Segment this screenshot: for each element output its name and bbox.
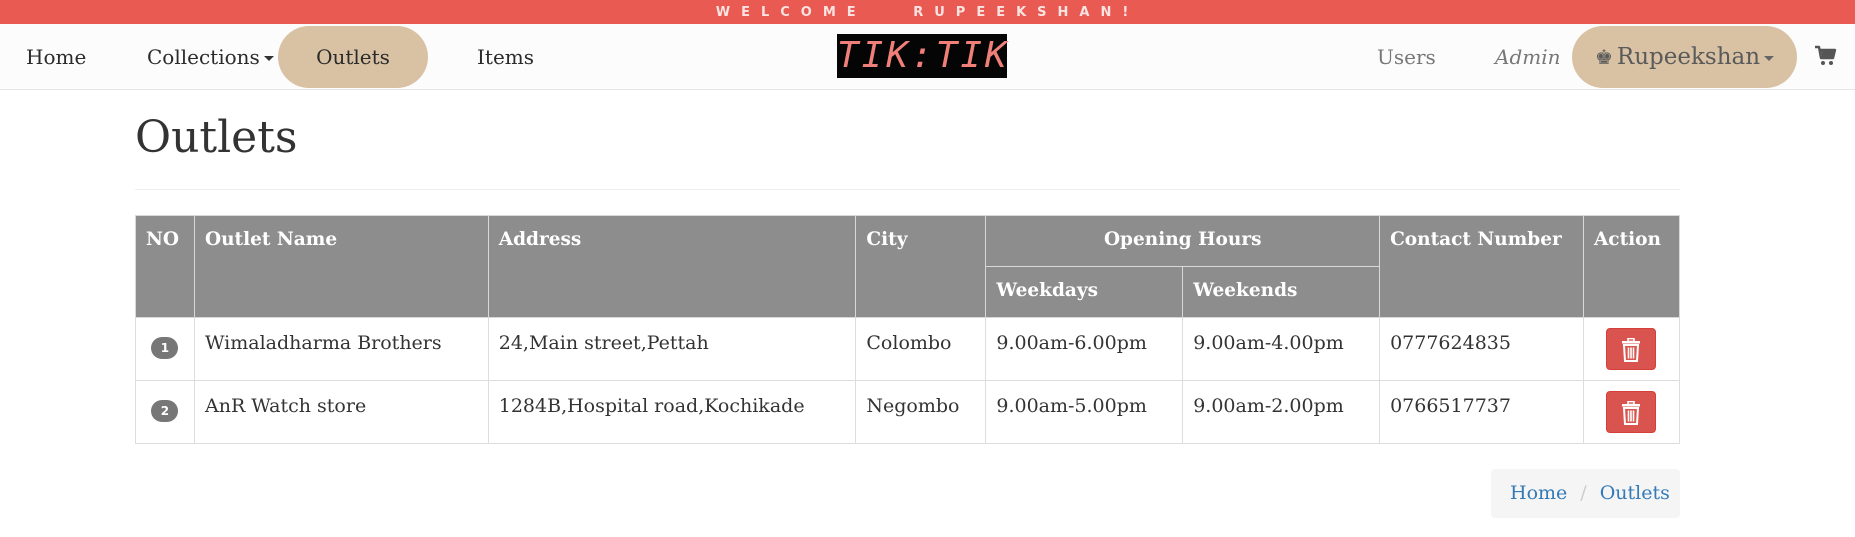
address-cell: 24,Main street,Pettah (487, 317, 857, 381)
header-opening-hours: Opening Hours (985, 215, 1381, 267)
welcome-banner: WELCOME RUPEEKSHAN! (0, 0, 1855, 24)
outlets-table: NO Outlet Name Address City Opening Hour… (135, 215, 1681, 444)
user-name-label: Rupeekshan (1616, 44, 1761, 70)
outlet-name-cell: AnR Watch store (193, 380, 489, 444)
nav-home-link[interactable]: Home (26, 24, 86, 90)
table-row: 2 AnR Watch store 1284B,Hospital road,Ko… (135, 380, 1681, 444)
title-divider (135, 189, 1680, 190)
header-action: Action (1582, 215, 1681, 318)
address-cell: 1284B,Hospital road,Kochikade (487, 380, 857, 444)
nav-collections-label: Collections (147, 45, 260, 69)
nav-admin-link[interactable]: Admin (1495, 24, 1561, 90)
breadcrumb-home-link[interactable]: Home (1510, 482, 1567, 504)
chess-king-icon: ♚ (1594, 45, 1613, 69)
contact-cell: 0777624835 (1379, 317, 1584, 381)
caret-down-icon (1764, 55, 1775, 61)
header-contact-number: Contact Number (1379, 215, 1584, 318)
nav-items-link[interactable]: Items (477, 24, 534, 90)
weekdays-cell: 9.00am-6.00pm (985, 317, 1184, 381)
trash-icon (1622, 400, 1641, 425)
nav-outlets-link[interactable]: Outlets (278, 26, 428, 88)
breadcrumb-current-link[interactable]: Outlets (1600, 482, 1670, 504)
nav-users-link[interactable]: Users (1377, 24, 1436, 90)
weekends-cell: 9.00am-4.00pm (1182, 317, 1381, 381)
header-no: NO (135, 215, 195, 318)
outlet-name-cell: Wimaladharma Brothers (193, 317, 489, 381)
city-cell: Negombo (855, 380, 987, 444)
trash-icon (1622, 337, 1641, 362)
city-cell: Colombo (855, 317, 987, 381)
contact-cell: 0766517737 (1379, 380, 1584, 444)
shopping-cart-icon[interactable] (1814, 44, 1838, 68)
page-title: Outlets (135, 112, 298, 163)
top-navbar: Home Collections Outlets Items TIK:TIK U… (0, 24, 1855, 90)
weekdays-cell: 9.00am-5.00pm (985, 380, 1184, 444)
delete-button[interactable] (1606, 391, 1657, 433)
table-row: 1 Wimaladharma Brothers 24,Main street,P… (135, 317, 1681, 381)
header-address: Address (487, 215, 857, 318)
breadcrumb-separator: / (1580, 482, 1587, 504)
row-number-badge: 1 (151, 337, 179, 359)
header-weekdays: Weekdays (985, 266, 1184, 318)
header-city: City (855, 215, 987, 318)
header-weekends: Weekends (1182, 266, 1381, 318)
row-number-badge: 2 (151, 400, 179, 422)
caret-down-icon (263, 56, 274, 61)
brand-logo[interactable]: TIK:TIK (837, 34, 1007, 78)
delete-button[interactable] (1606, 328, 1657, 370)
nav-collections-dropdown[interactable]: Collections (147, 24, 274, 90)
user-menu-dropdown[interactable]: ♚ Rupeekshan (1572, 26, 1797, 88)
header-outlet-name: Outlet Name (193, 215, 489, 318)
breadcrumb: Home / Outlets (1491, 469, 1680, 518)
weekends-cell: 9.00am-2.00pm (1182, 380, 1381, 444)
